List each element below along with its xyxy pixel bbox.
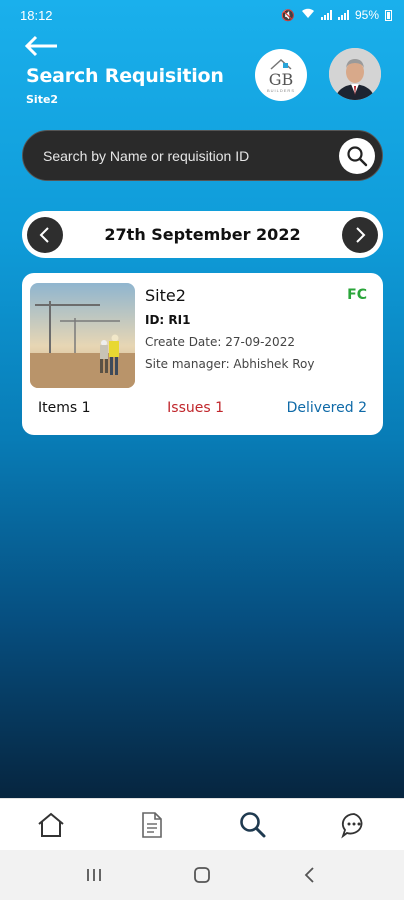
logo-text: GB bbox=[268, 69, 294, 89]
battery-percent: 95% bbox=[354, 8, 379, 22]
issues-count: Issues 1 bbox=[167, 400, 224, 416]
search-button[interactable] bbox=[339, 138, 375, 174]
house-logo-icon bbox=[270, 58, 292, 70]
chat-icon bbox=[340, 812, 362, 838]
signal-1-icon bbox=[320, 10, 332, 20]
search-icon bbox=[239, 811, 265, 837]
search-icon bbox=[347, 146, 368, 167]
nav-chat[interactable] bbox=[334, 805, 374, 845]
create-date: Create Date: 27-09-2022 bbox=[145, 335, 295, 349]
card-site-name: Site2 bbox=[145, 286, 186, 305]
nav-documents[interactable] bbox=[132, 805, 172, 845]
chevron-right-icon bbox=[356, 227, 366, 243]
card-stats: Items 1 Issues 1 Delivered 2 bbox=[38, 400, 367, 416]
home-icon bbox=[37, 812, 64, 837]
prev-date-button[interactable] bbox=[27, 217, 63, 253]
avatar[interactable] bbox=[329, 48, 381, 100]
back-arrow-icon[interactable] bbox=[24, 35, 60, 59]
system-nav-bar bbox=[0, 850, 404, 900]
current-date: 27th September 2022 bbox=[104, 225, 301, 244]
items-count: Items 1 bbox=[38, 400, 91, 416]
status-bar: 18:12 🔇 95% bbox=[0, 0, 404, 30]
back-chevron-icon bbox=[304, 867, 314, 883]
bottom-nav bbox=[0, 798, 404, 850]
requisition-card[interactable]: Site2 FC ID: RI1 Create Date: 27-09-2022… bbox=[22, 273, 383, 435]
delivered-count: Delivered 2 bbox=[286, 400, 367, 416]
site-photo bbox=[30, 283, 135, 388]
search-input[interactable] bbox=[43, 147, 323, 164]
home-button[interactable] bbox=[182, 855, 222, 895]
nav-home[interactable] bbox=[31, 805, 71, 845]
home-square-icon bbox=[194, 867, 210, 883]
nav-search[interactable] bbox=[233, 805, 273, 845]
chevron-left-icon bbox=[39, 227, 49, 243]
mute-icon: 🔇 bbox=[281, 9, 295, 22]
date-navigator: 27th September 2022 bbox=[22, 211, 383, 258]
status-badge: FC bbox=[347, 287, 367, 303]
status-time: 18:12 bbox=[20, 7, 53, 23]
app-screen: 18:12 🔇 95% Search Requisition Site2 GB … bbox=[0, 0, 404, 798]
recent-apps-icon bbox=[87, 869, 101, 881]
search-bar bbox=[22, 130, 383, 181]
recent-apps-button[interactable] bbox=[74, 855, 114, 895]
back-button[interactable] bbox=[290, 855, 330, 895]
page-title: Search Requisition bbox=[26, 65, 224, 87]
site-manager: Site manager: Abhishek Roy bbox=[145, 357, 315, 371]
page-subtitle: Site2 bbox=[26, 93, 59, 106]
battery-icon bbox=[385, 9, 392, 21]
document-icon bbox=[141, 811, 162, 838]
logo-subtext: BUILDERS bbox=[266, 87, 295, 93]
status-icons: 🔇 95% bbox=[281, 8, 392, 22]
wifi-icon bbox=[301, 8, 315, 22]
requisition-id: ID: RI1 bbox=[145, 313, 191, 327]
signal-2-icon bbox=[337, 10, 349, 20]
company-logo: GB BUILDERS bbox=[255, 49, 307, 101]
next-date-button[interactable] bbox=[342, 217, 378, 253]
